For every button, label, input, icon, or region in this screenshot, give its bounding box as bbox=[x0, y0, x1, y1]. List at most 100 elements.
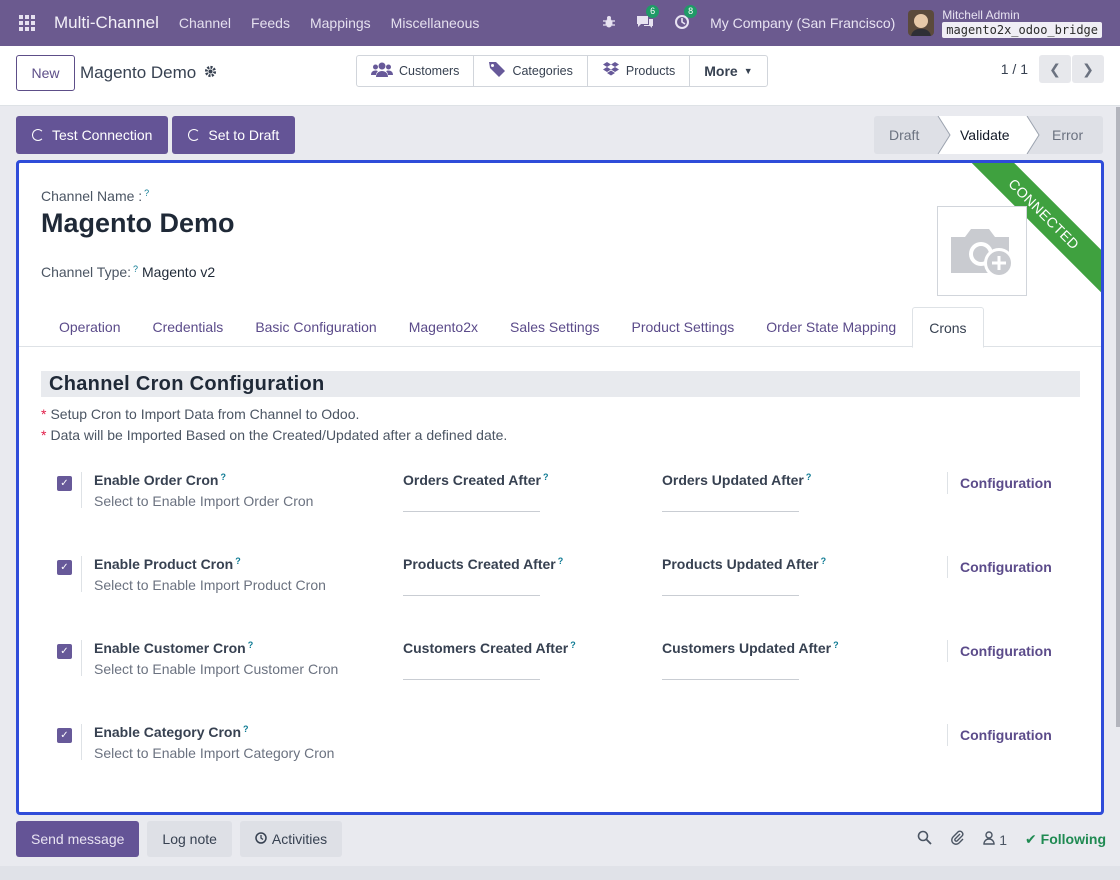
user-icon bbox=[983, 830, 996, 845]
tab-magento2x[interactable]: Magento2x bbox=[393, 307, 494, 347]
enable-category-cron-label: Enable Category Cron? bbox=[94, 724, 249, 740]
pager-next-button[interactable]: ❯ bbox=[1072, 55, 1104, 83]
divider bbox=[947, 640, 948, 662]
chevron-right-icon: ❯ bbox=[1082, 60, 1094, 77]
help-tooltip-icon[interactable]: ? bbox=[821, 556, 827, 566]
app-name[interactable]: Multi-Channel bbox=[54, 13, 159, 33]
set-to-draft-button[interactable]: Set to Draft bbox=[172, 116, 296, 154]
image-upload[interactable] bbox=[937, 206, 1027, 296]
menu-mappings[interactable]: Mappings bbox=[310, 15, 371, 31]
scrollbar[interactable] bbox=[1116, 107, 1120, 727]
help-tooltip-icon[interactable]: ? bbox=[806, 472, 812, 482]
customers-updated-after-input[interactable] bbox=[662, 679, 799, 680]
user-name: Mitchell Admin bbox=[942, 8, 1020, 22]
categories-smart-button[interactable]: Categories bbox=[474, 56, 588, 86]
customers-created-after-input[interactable] bbox=[403, 679, 540, 680]
users-icon bbox=[371, 61, 393, 81]
smart-buttons: Customers Categories Products More ▼ bbox=[356, 55, 768, 87]
send-message-button[interactable]: Send message bbox=[16, 821, 140, 857]
menu-feeds[interactable]: Feeds bbox=[251, 15, 290, 31]
chatter-right-tools: 1 ✔ Following bbox=[917, 820, 1106, 858]
set-to-draft-label: Set to Draft bbox=[208, 127, 280, 143]
tab-operation[interactable]: Operation bbox=[43, 307, 136, 347]
followers-button[interactable]: 1 bbox=[983, 830, 1007, 848]
menu-miscellaneous[interactable]: Miscellaneous bbox=[391, 15, 480, 31]
tab-product-settings[interactable]: Product Settings bbox=[616, 307, 751, 347]
chatter-bar: Send message Log note Activities 1 ✔ Fol… bbox=[16, 820, 1106, 858]
help-tooltip-icon[interactable]: ? bbox=[248, 640, 254, 650]
product-cron-configuration-link[interactable]: Configuration bbox=[960, 559, 1052, 575]
customers-smart-button[interactable]: Customers bbox=[357, 56, 475, 86]
control-panel: New Magento Demo Customers Categories Pr… bbox=[0, 46, 1120, 106]
activities-clock-icon[interactable]: 8 bbox=[674, 4, 698, 33]
notebook-tabs: Operation Credentials Basic Configuratio… bbox=[19, 307, 1101, 348]
paperclip-icon[interactable] bbox=[950, 830, 965, 848]
enable-customer-cron-label: Enable Customer Cron? bbox=[94, 640, 254, 656]
channel-name-field[interactable]: Magento Demo bbox=[41, 208, 235, 239]
enable-product-cron-checkbox[interactable]: ✓ bbox=[57, 560, 72, 575]
pager-value[interactable]: 1 / 1 bbox=[1001, 61, 1028, 77]
messages-icon[interactable]: 6 bbox=[636, 4, 660, 33]
customers-updated-after-label: Customers Updated After? bbox=[662, 640, 839, 656]
tab-basic-configuration[interactable]: Basic Configuration bbox=[239, 307, 392, 347]
help-tooltip-icon[interactable]: ? bbox=[220, 472, 226, 482]
company-switcher[interactable]: My Company (San Francisco) bbox=[710, 15, 895, 31]
enable-category-cron-checkbox[interactable]: ✓ bbox=[57, 728, 72, 743]
stage-error[interactable]: Error bbox=[1039, 116, 1103, 154]
divider bbox=[947, 556, 948, 578]
help-tooltip-icon[interactable]: ? bbox=[833, 640, 839, 650]
category-cron-configuration-link[interactable]: Configuration bbox=[960, 727, 1052, 743]
help-tooltip-icon[interactable]: ? bbox=[133, 264, 138, 274]
help-tooltip-icon[interactable]: ? bbox=[235, 556, 241, 566]
customer-cron-row: ✓ Enable Customer Cron? Select to Enable… bbox=[41, 640, 1080, 710]
tab-sales-settings[interactable]: Sales Settings bbox=[494, 307, 616, 347]
tab-order-state-mapping[interactable]: Order State Mapping bbox=[750, 307, 912, 347]
form-sheet: CONNECTED Channel Name :? Magento Demo C… bbox=[16, 160, 1104, 815]
chatter-thread-peek bbox=[0, 866, 1120, 880]
help-tooltip-icon[interactable]: ? bbox=[144, 188, 149, 198]
help-tooltip-icon[interactable]: ? bbox=[543, 472, 549, 482]
order-cron-configuration-link[interactable]: Configuration bbox=[960, 475, 1052, 491]
customers-label: Customers bbox=[399, 64, 460, 78]
tab-crons[interactable]: Crons bbox=[912, 307, 984, 348]
help-tooltip-icon[interactable]: ? bbox=[243, 724, 249, 734]
stage-pipeline: Draft Validate Error bbox=[874, 116, 1103, 154]
caret-down-icon: ▼ bbox=[743, 66, 753, 76]
help-tooltip-icon[interactable]: ? bbox=[558, 556, 564, 566]
stage-validate[interactable]: Validate bbox=[938, 116, 1039, 154]
products-updated-after-input[interactable] bbox=[662, 595, 799, 596]
enable-order-cron-label: Enable Order Cron? bbox=[94, 472, 226, 488]
log-note-button[interactable]: Log note bbox=[147, 821, 232, 857]
pager-previous-button[interactable]: ❮ bbox=[1039, 55, 1071, 83]
stage-draft[interactable]: Draft bbox=[874, 116, 938, 154]
category-cron-row: ✓ Enable Category Cron? Select to Enable… bbox=[41, 724, 1080, 794]
products-created-after-input[interactable] bbox=[403, 595, 540, 596]
new-button[interactable]: New bbox=[16, 55, 75, 91]
enable-customer-cron-checkbox[interactable]: ✓ bbox=[57, 644, 72, 659]
channel-type-label-group: Channel Type:? bbox=[41, 264, 138, 280]
enable-order-cron-checkbox[interactable]: ✓ bbox=[57, 476, 72, 491]
more-dropdown[interactable]: More ▼ bbox=[690, 56, 766, 86]
user-avatar[interactable] bbox=[908, 10, 935, 36]
customers-created-after-label: Customers Created After? bbox=[403, 640, 576, 656]
gear-icon[interactable] bbox=[204, 65, 217, 81]
user-menu[interactable]: Mitchell Admin magento2x_odoo_bridge bbox=[942, 8, 1102, 38]
divider bbox=[81, 472, 82, 508]
test-connection-button[interactable]: Test Connection bbox=[16, 116, 169, 154]
activities-button[interactable]: Activities bbox=[239, 821, 343, 857]
debug-bug-icon[interactable] bbox=[602, 15, 616, 32]
more-label: More bbox=[704, 63, 738, 79]
customer-cron-configuration-link[interactable]: Configuration bbox=[960, 643, 1052, 659]
orders-updated-after-input[interactable] bbox=[662, 511, 799, 512]
help-tooltip-icon[interactable]: ? bbox=[570, 640, 576, 650]
orders-created-after-input[interactable] bbox=[403, 511, 540, 512]
tag-icon bbox=[488, 61, 506, 81]
following-button[interactable]: ✔ Following bbox=[1025, 831, 1106, 848]
menu-channel[interactable]: Channel bbox=[179, 15, 231, 31]
form-statusbar: Test Connection Set to Draft Draft Valid… bbox=[16, 116, 1103, 154]
tab-credentials[interactable]: Credentials bbox=[136, 307, 239, 347]
apps-menu-icon[interactable] bbox=[0, 0, 54, 46]
products-created-after-label: Products Created After? bbox=[403, 556, 564, 572]
search-icon[interactable] bbox=[917, 830, 932, 848]
products-smart-button[interactable]: Products bbox=[588, 56, 691, 86]
